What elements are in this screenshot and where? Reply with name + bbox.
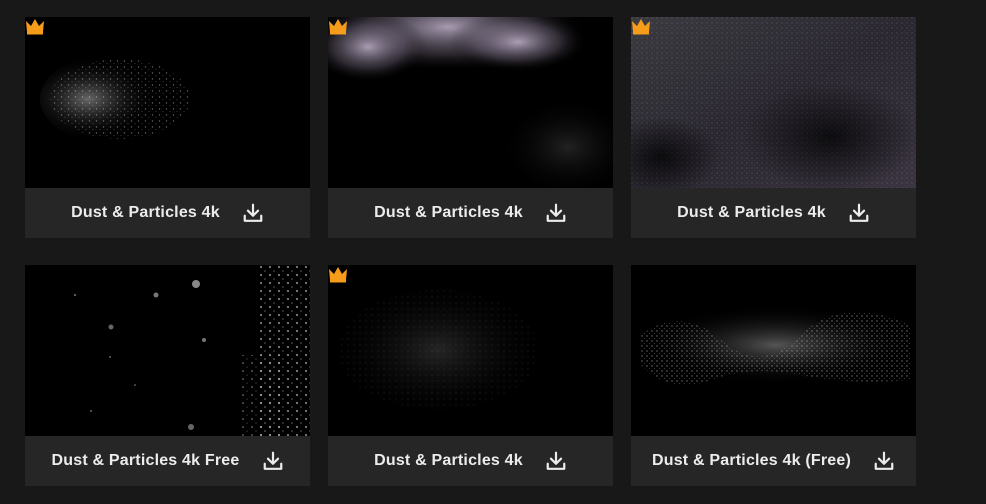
asset-card[interactable]: Dust & Particles 4k [328,17,613,238]
download-icon[interactable] [545,202,567,224]
asset-title[interactable]: Dust & Particles 4k Free [52,452,240,470]
preview-thumbnail[interactable] [631,265,916,436]
crown-icon [632,19,650,35]
smoke-cloud-image [328,17,613,188]
asset-card[interactable]: Dust & Particles 4k (Free) [631,265,916,486]
asset-title[interactable]: Dust & Particles 4k (Free) [652,452,851,470]
download-icon[interactable] [873,450,895,472]
preview-thumbnail[interactable] [328,265,613,436]
particles-burst-image [40,51,200,147]
preview-thumbnail[interactable] [25,17,310,188]
asset-title[interactable]: Dust & Particles 4k [374,204,523,222]
download-icon[interactable] [262,450,284,472]
preview-thumbnail[interactable] [328,17,613,188]
asset-title[interactable]: Dust & Particles 4k [374,452,523,470]
asset-card[interactable]: Dust & Particles 4k [328,265,613,486]
bokeh-particles-image [74,265,310,436]
asset-card[interactable]: Dust & Particles 4k [631,17,916,238]
faint-dust-image [328,280,548,420]
crown-icon [329,267,347,283]
crown-icon [329,19,347,35]
asset-card[interactable]: Dust & Particles 4k Free [25,265,310,486]
asset-card[interactable]: Dust & Particles 4k [25,17,310,238]
download-icon[interactable] [242,202,264,224]
preview-thumbnail[interactable] [631,17,916,188]
download-icon[interactable] [545,450,567,472]
dust-cloud-image [631,17,916,188]
download-icon[interactable] [848,202,870,224]
asset-title[interactable]: Dust & Particles 4k [71,204,220,222]
preview-thumbnail[interactable] [25,265,310,436]
crown-icon [26,19,44,35]
particle-wave-image [636,305,916,385]
asset-title[interactable]: Dust & Particles 4k [677,204,826,222]
